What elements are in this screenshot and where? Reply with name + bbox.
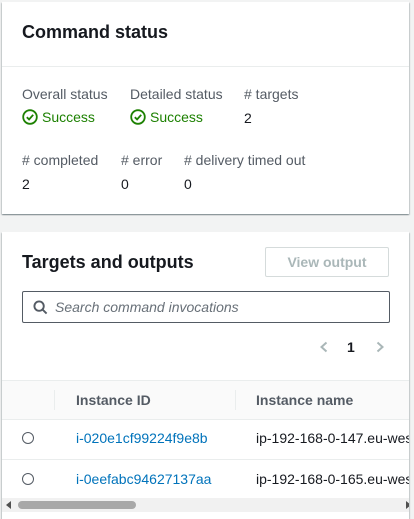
detailed-status-text: Success <box>150 109 203 125</box>
targets-count-value: 2 <box>244 110 252 126</box>
detailed-status-value: Success <box>130 109 203 125</box>
overall-status-value: Success <box>22 109 95 125</box>
overall-status-text: Success <box>42 109 95 125</box>
row-select-radio[interactable] <box>22 432 34 444</box>
previous-page-icon[interactable] <box>317 340 331 354</box>
completed-count-value: 2 <box>22 176 30 192</box>
row-select-radio[interactable] <box>22 473 34 485</box>
table-row[interactable]: i-0eefabc94627137aa ip-192-168-0-165.eu-… <box>2 460 409 501</box>
search-icon <box>33 300 48 315</box>
targets-outputs-title: Targets and outputs <box>22 252 194 272</box>
error-count-value: 0 <box>121 176 129 192</box>
table-header: Instance ID Instance name <box>2 380 409 420</box>
delivery-timed-out-label: # delivery timed out <box>184 152 306 168</box>
instance-name-cell: ip-192-168-0-165.eu-west-1.compute.inter… <box>256 471 409 487</box>
scroll-right-arrow-icon[interactable] <box>406 501 409 509</box>
error-count-label: # error <box>121 152 163 168</box>
instance-id-link[interactable]: i-0eefabc94627137aa <box>76 471 211 487</box>
horizontal-scrollbar[interactable] <box>2 498 409 512</box>
column-divider <box>54 390 55 410</box>
search-input[interactable] <box>55 292 385 322</box>
command-status-title: Command status <box>22 22 169 42</box>
table-row[interactable]: i-020e1cf99224f9e8b ip-192-168-0-147.eu-… <box>2 419 409 460</box>
targets-outputs-panel: Targets and outputs View output 1 Instan… <box>2 232 409 519</box>
scroll-left-arrow-icon[interactable] <box>6 501 11 509</box>
column-divider <box>235 390 236 410</box>
detailed-status-label: Detailed status <box>130 86 223 102</box>
scrollbar-thumb[interactable] <box>18 501 136 509</box>
completed-count-label: # completed <box>22 152 99 168</box>
command-status-panel: Command status Overall status Success De… <box>2 2 409 214</box>
targets-count-label: # targets <box>244 86 299 102</box>
command-status-header: Command status <box>2 2 409 67</box>
next-page-icon[interactable] <box>373 340 387 354</box>
column-header-instance-id[interactable]: Instance ID <box>76 392 151 408</box>
search-field[interactable] <box>22 291 390 323</box>
overall-status-label: Overall status <box>22 86 108 102</box>
success-check-icon <box>130 109 146 125</box>
column-header-instance-name[interactable]: Instance name <box>256 392 353 408</box>
delivery-timed-out-value: 0 <box>184 176 192 192</box>
instance-name-cell: ip-192-168-0-147.eu-west-1.compute.inter… <box>256 430 409 446</box>
current-page-number[interactable]: 1 <box>347 339 355 355</box>
success-check-icon <box>22 109 38 125</box>
instance-id-link[interactable]: i-020e1cf99224f9e8b <box>76 430 208 446</box>
view-output-button[interactable]: View output <box>265 247 389 277</box>
